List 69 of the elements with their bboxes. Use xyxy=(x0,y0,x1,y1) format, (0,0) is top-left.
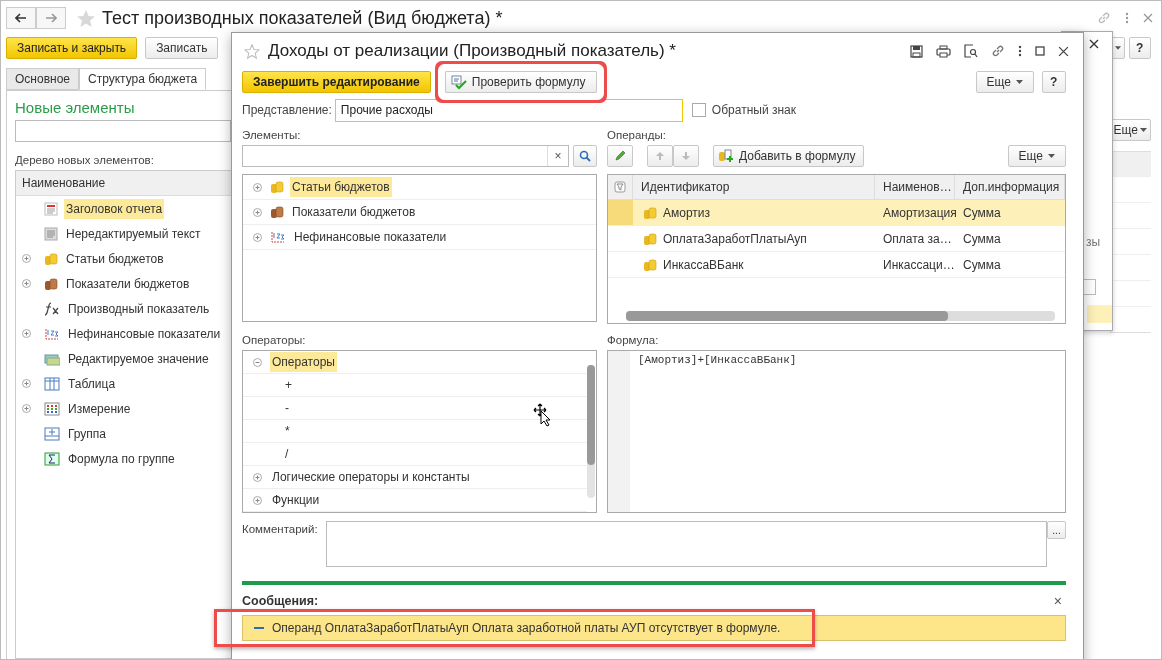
table-cell-text: Инкассаци… xyxy=(882,256,955,274)
column-header[interactable]: Доп.информация xyxy=(955,175,1065,199)
operator-item[interactable]: / xyxy=(283,444,295,464)
clear-button[interactable]: × xyxy=(547,146,568,166)
tree-item[interactable]: Группа xyxy=(16,421,231,446)
table-cell-text: Сумма xyxy=(962,204,1002,222)
tree-item[interactable]: Нефинансовые показатели xyxy=(16,321,231,346)
presentation-field[interactable]: Прочие расходы xyxy=(334,98,683,122)
column-header[interactable]: Наименование xyxy=(16,171,231,196)
formula-text: [Амортиз]+[ИнкассаВБанк] xyxy=(637,353,798,368)
tree-item[interactable]: Редактируемое значение xyxy=(16,346,231,371)
table-row[interactable]: Амортиз Амортизация Сумма xyxy=(608,200,1065,226)
tree-item[interactable]: Статьи бюджетов xyxy=(290,177,392,197)
window-title: Тест производных показателей (Вид бюджета) * xyxy=(102,7,503,29)
search-field[interactable]: × xyxy=(242,145,569,167)
text-fragment: зы xyxy=(1086,235,1101,249)
checkbox-label[interactable]: Обратный знак xyxy=(711,103,796,117)
message-text: Операнд ОплатаЗаработПлатыАуп Оплата заработной платы АУП отсутствует в формуле. xyxy=(272,621,781,635)
messages-title: Сообщения: xyxy=(242,594,319,608)
operator-item[interactable]: - xyxy=(283,398,295,418)
table-cell-text: Амортизация xyxy=(882,204,955,222)
open-button[interactable]: ... xyxy=(1047,521,1066,539)
message-bar[interactable]: Операнд ОплатаЗаработПлатыАуп Оплата заработной платы АУП отсутствует в формуле. xyxy=(242,615,1066,641)
table-cell-text: Оплата за… xyxy=(882,230,953,248)
help-button[interactable]: ? xyxy=(1129,37,1151,59)
tree-caption: Дерево новых элементов: xyxy=(15,154,155,166)
section-label: Операнды: xyxy=(607,129,667,143)
tree-item[interactable]: Показатели бюджетов xyxy=(16,271,231,296)
finish-editing-button[interactable]: Завершить редактирование xyxy=(242,71,431,93)
dialog-title: Доходы от реализации (Производный показатель) * xyxy=(268,41,676,61)
tree-item[interactable]: Статьи бюджетов xyxy=(16,246,231,271)
operator-item[interactable]: + xyxy=(283,375,295,395)
table-cell-text: Сумма xyxy=(962,230,1002,248)
tree-item[interactable]: Логические операторы и константы xyxy=(270,467,472,487)
table-row[interactable]: ИнкассаВБанк Инкассаци… Сумма xyxy=(608,252,1065,278)
tree-item[interactable]: Таблица xyxy=(16,371,231,396)
section-label: Формула: xyxy=(607,334,660,348)
more-button[interactable]: Еще xyxy=(1007,145,1066,167)
tab[interactable]: Структура бюджета xyxy=(79,68,207,90)
add-to-formula-button[interactable]: Добавить в формулу xyxy=(713,145,865,167)
operator-item[interactable]: * xyxy=(283,421,295,441)
tab[interactable]: Основное xyxy=(6,68,79,90)
close-button[interactable]: × xyxy=(1053,593,1066,609)
table-row[interactable]: ОплатаЗаработПлатыАуп Оплата за… Сумма xyxy=(608,226,1065,252)
table-cell-text: Сумма xyxy=(962,256,1002,274)
tree-item[interactable]: Нередактируемый текст xyxy=(16,221,231,246)
section-label: Операторы: xyxy=(242,334,307,348)
field-label: Представление: xyxy=(242,103,332,117)
save-button[interactable]: Записать xyxy=(145,37,219,59)
column-header[interactable]: Идентификатор xyxy=(633,175,875,199)
table-cell: ИнкассаВБанк xyxy=(663,257,744,272)
tree-item[interactable]: Функции xyxy=(270,490,322,510)
help-button[interactable]: ? xyxy=(1042,71,1066,93)
section-title: Новые элементы xyxy=(15,99,136,116)
tree-item[interactable]: Нефинансовые показатели xyxy=(292,227,449,247)
field-label: Комментарий: xyxy=(242,522,319,537)
tree-item[interactable]: Показатели бюджетов xyxy=(290,202,418,222)
tree-item[interactable]: Формула по группе xyxy=(16,446,231,471)
table-cell: Амортиз xyxy=(663,205,711,220)
column-header[interactable]: Наименов… xyxy=(875,175,955,199)
save-and-close-button[interactable]: Записать и закрыть xyxy=(6,37,138,59)
table-cell: ОплатаЗаработПлатыАуп xyxy=(663,231,807,246)
more-button[interactable]: Еще xyxy=(975,71,1034,93)
section-label: Элементы: xyxy=(242,129,302,143)
formula-editor[interactable]: [Амортиз]+[ИнкассаВБанк] xyxy=(607,350,1066,513)
tree-item[interactable]: Измерение xyxy=(16,396,231,421)
tree-item[interactable]: Производный показатель xyxy=(16,296,231,321)
tree-item[interactable]: Заголовок отчета xyxy=(16,196,231,221)
tree-item[interactable]: Операторы xyxy=(270,352,337,372)
